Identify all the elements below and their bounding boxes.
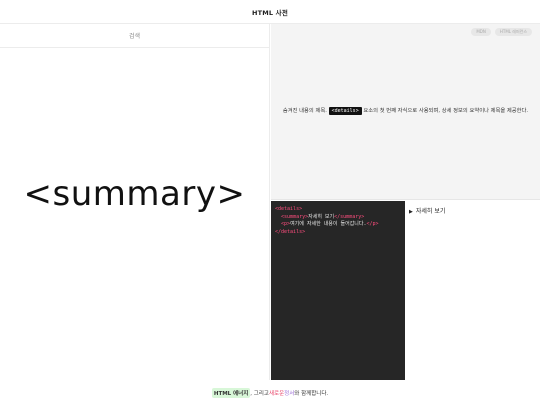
code-tag: <summary> [281,213,309,220]
code-example: <details> <summary>자세히 보기</summary> <p>여… [271,201,405,380]
code-tag: </p> [366,221,379,227]
inline-code-details: <details> [328,107,362,115]
element-name: <summary> [23,174,246,214]
footer-word-emotion[interactable]: 정서 [284,389,294,397]
left-panel: 검색 <summary> [0,24,270,380]
code-line: <details> [275,206,401,214]
code-tag: </details> [275,228,306,235]
reference-badges: MDN HTML 레퍼런스 [471,28,532,36]
search-bar[interactable]: 검색 [0,24,269,48]
code-line: </details> [275,229,401,237]
app-title: HTML 사전 [251,8,289,17]
top-bar: HTML 사전 [0,0,540,24]
details-summary[interactable]: ▶ 자세히 보기 [409,206,536,215]
search-label: 검색 [128,33,141,40]
code-text: 여기에 자세한 내용이 들어갑니다. [290,221,367,227]
live-preview: ▶ 자세히 보기 [405,201,540,380]
disclosure-triangle-icon[interactable]: ▶ [409,209,413,215]
code-tag: </summary> [334,213,365,220]
summary-text[interactable]: 자세히 보기 [416,208,446,215]
mdn-badge[interactable]: MDN [471,28,491,36]
footer: HTML 에너지, 그리고 새로운 정서 와 함께합니다. [0,380,540,405]
description-text-before: 숨겨진 내용의 제목. [282,108,329,114]
footer-word-new[interactable]: 새로운 [269,389,284,397]
description-text-after: 요소의 첫 번째 자식으로 사용되며, 상세 정보의 요약이나 제목을 제공한다… [361,108,529,114]
element-description: 숨겨진 내용의 제목. <details> 요소의 첫 번째 자식으로 사용되며… [281,106,530,117]
description-panel: MDN HTML 레퍼런스 숨겨진 내용의 제목. <details> 요소의 … [271,24,540,200]
code-tag: <details> [275,206,303,212]
code-text: 자세히 보기 [308,213,335,220]
code-tag: <p> [281,221,291,227]
html-reference-badge[interactable]: HTML 레퍼런스 [494,28,532,36]
code-line: <summary>자세히 보기</summary> [275,214,401,222]
footer-highlight[interactable]: HTML 에너지 [211,387,251,398]
code-line: <p>여기에 자세한 내용이 들어갑니다.</p> [275,221,401,229]
